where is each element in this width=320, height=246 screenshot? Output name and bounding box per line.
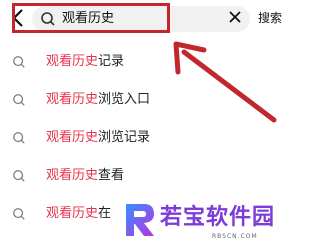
suggestion-text: 观看历史在 xyxy=(46,206,112,221)
suggestion-text: 观看历史浏览入口 xyxy=(46,92,151,107)
suggestion-item[interactable]: 观看历史记录 xyxy=(0,46,300,84)
search-icon xyxy=(13,94,25,106)
watermark-logo: 若宝软件园 RBSCN.COM xyxy=(120,200,300,246)
search-button[interactable]: 搜索 xyxy=(258,8,282,28)
suggestion-item[interactable]: 观看历史查看 xyxy=(0,160,300,198)
suggestion-text: 观看历史浏览记录 xyxy=(46,130,151,145)
watermark-url: RBSCN.COM xyxy=(212,233,258,240)
search-icon xyxy=(13,56,25,68)
search-icon xyxy=(13,132,25,144)
suggestion-item[interactable]: 观看历史浏览记录 xyxy=(0,122,300,160)
search-icon xyxy=(13,170,25,182)
suggestion-text: 观看历史查看 xyxy=(46,168,125,183)
suggestion-text: 观看历史记录 xyxy=(46,54,125,69)
search-icon xyxy=(13,208,25,220)
annotation-highlight-box xyxy=(12,3,170,33)
logo-mark-icon xyxy=(126,204,154,236)
suggestion-item[interactable]: 观看历史浏览入口 xyxy=(0,84,300,122)
clear-icon[interactable] xyxy=(228,10,242,24)
watermark-name: 若宝软件园 xyxy=(160,205,276,230)
